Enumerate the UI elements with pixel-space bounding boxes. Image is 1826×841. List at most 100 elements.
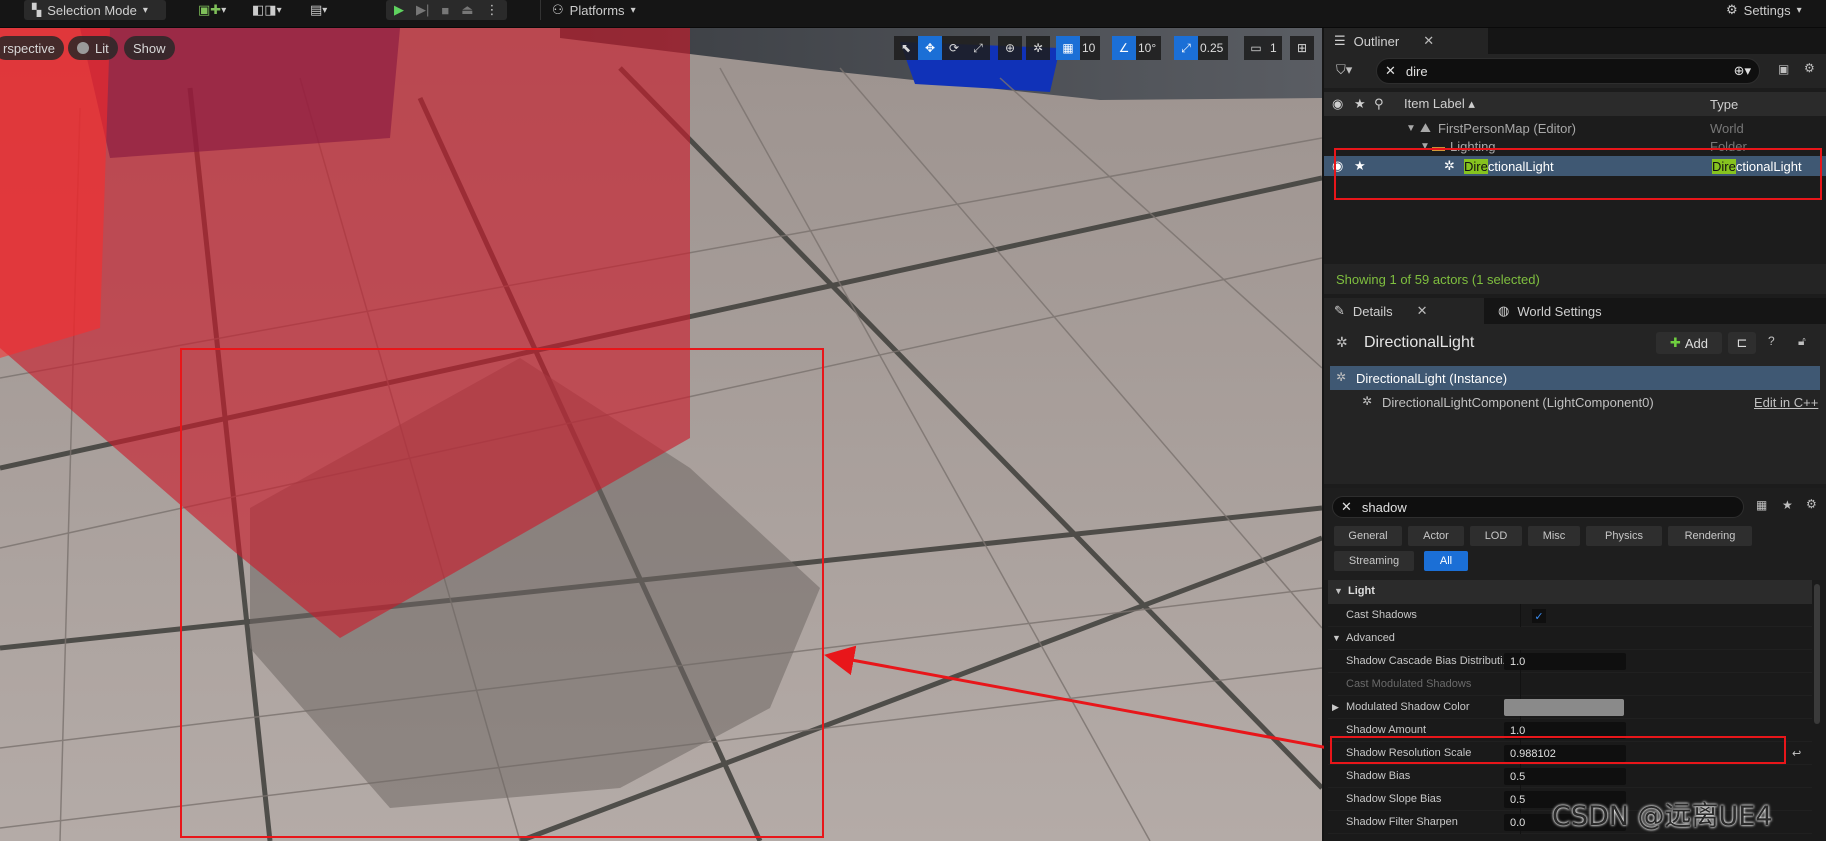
cinematics-button[interactable]: ▤ ▾ [310, 0, 327, 20]
scale-snap-control[interactable]: ⤢ 0.25 [1174, 36, 1229, 60]
cursor-icon: ▚ [32, 3, 42, 17]
stop-icon[interactable]: ■ [441, 3, 449, 18]
camera-speed-control[interactable]: ▭ 1 [1244, 36, 1282, 60]
toolbar-divider [540, 0, 541, 20]
angle-icon: ∠ [1112, 36, 1136, 60]
column-splitter[interactable] [1520, 604, 1521, 627]
viewport-layout-button[interactable]: ⊞ [1290, 36, 1314, 60]
new-folder-icon[interactable]: ▣ [1778, 62, 1789, 76]
close-icon[interactable]: ✕ [1417, 303, 1428, 319]
edit-in-cpp-link[interactable]: Edit in C++ [1754, 395, 1818, 410]
filter-all[interactable]: All [1424, 551, 1468, 571]
component-row[interactable]: ✲ DirectionalLightComponent (LightCompon… [1330, 390, 1820, 414]
outliner-toolbar: ⛉▾ ✕ dire ⊕▾ ▣ ⚙ [1324, 54, 1826, 88]
globe-icon: ◍ [1498, 303, 1510, 318]
tree-row-world[interactable]: ▼ ⛰ FirstPersonMap (Editor) World [1324, 118, 1826, 138]
platforms-dropdown[interactable]: ⚇ Platforms ▾ [552, 0, 636, 20]
add-filter-icon[interactable]: ⊕▾ [1734, 63, 1751, 79]
right-panel: ☰ Outliner ✕ ⛉▾ ✕ dire ⊕▾ ▣ ⚙ ◉ ★ ⚲ Item… [1324, 28, 1826, 841]
level-viewport[interactable]: rspective Lit Show ⬉ ✥ ⟳ ⤢ ⊕ ✲ ▦ 10 ∠ 10… [0, 28, 1322, 841]
blueprints-button[interactable]: ◧◨ ▾ [252, 0, 282, 20]
details-scrollbar[interactable] [1814, 584, 1820, 724]
expand-arrow-icon[interactable]: ▶ [1332, 702, 1339, 713]
lock-icon[interactable]: 🔓︎ [1798, 334, 1806, 349]
rotate-icon[interactable]: ⟳ [942, 36, 966, 60]
coordinate-space-button[interactable]: ⊕ [998, 36, 1022, 60]
rotation-snap-control[interactable]: ∠ 10° [1112, 36, 1162, 60]
filter-misc[interactable]: Misc [1528, 526, 1580, 546]
column-type[interactable]: Type [1710, 97, 1738, 112]
details-search-input[interactable]: ✕ shadow [1332, 496, 1744, 518]
table-view-icon[interactable]: ▦ [1756, 498, 1767, 512]
selection-mode-dropdown[interactable]: ▚ Selection Mode ▾ [24, 0, 166, 20]
outliner-tabbar: ☰ Outliner ✕ [1324, 28, 1826, 54]
filter-lod[interactable]: LOD [1470, 526, 1522, 546]
pin-column-icon[interactable]: ⚲ [1374, 96, 1384, 112]
grid-snap-control[interactable]: ▦ 10 [1056, 36, 1101, 60]
annotation-box-outliner [1334, 148, 1822, 200]
outliner-search-input[interactable]: ✕ dire ⊕▾ [1376, 58, 1760, 84]
column-splitter[interactable] [1520, 673, 1521, 696]
annotation-box-resolution-scale [1330, 736, 1786, 764]
filter-physics[interactable]: Physics [1586, 526, 1662, 546]
column-item-label[interactable]: Item Label ▴ [1404, 96, 1475, 112]
clear-search-icon[interactable]: ✕ [1385, 63, 1396, 79]
lit-dropdown[interactable]: Lit [68, 36, 118, 60]
filter-general[interactable]: General [1334, 526, 1402, 546]
tab-outliner[interactable]: ☰ Outliner ✕ [1324, 28, 1488, 54]
add-label: Add [1684, 335, 1709, 351]
gear-icon[interactable]: ⚙ [1804, 61, 1815, 75]
section-light-label: Light [1348, 585, 1375, 597]
prop-name: Cast Shadows [1346, 609, 1417, 621]
close-icon[interactable]: ✕ [1423, 33, 1434, 49]
filter-rendering[interactable]: Rendering [1668, 526, 1752, 546]
select-cursor-icon[interactable]: ⬉ [894, 36, 918, 60]
camera-speed-value: 1 [1268, 36, 1282, 60]
globe-icon: ⊕ [998, 36, 1022, 60]
outliner-column-header: ◉ ★ ⚲ Item Label ▴ Type [1324, 92, 1826, 116]
help-icon[interactable]: ? [1768, 334, 1775, 348]
cast-shadows-checkbox[interactable]: ✓ [1532, 609, 1546, 623]
world-icon: ⛰ [1420, 120, 1431, 135]
star-icon[interactable]: ★ [1782, 498, 1793, 512]
perspective-dropdown[interactable]: rspective [0, 36, 65, 60]
section-advanced[interactable]: ▼ Advanced [1328, 627, 1812, 650]
add-content-button[interactable]: ▣✚ ▾ [198, 0, 226, 20]
prop-name: Shadow Amount [1346, 724, 1427, 736]
sun-icon: ✲ [1362, 394, 1373, 408]
blueprint-button[interactable]: ⊏ [1728, 332, 1756, 354]
step-icon[interactable]: ▶| [416, 2, 429, 18]
prop-shadow-cascade-bias: Shadow Cascade Bias Distributi... 1.0 [1328, 650, 1812, 673]
favorite-column-icon[interactable]: ★ [1354, 96, 1366, 112]
actor-name[interactable]: DirectionalLight [1364, 334, 1474, 352]
tab-world-settings[interactable]: ◍ World Settings [1488, 298, 1648, 324]
filter-actor[interactable]: Actor [1408, 526, 1464, 546]
settings-dropdown[interactable]: ⚙ Settings ▾ [1726, 0, 1802, 20]
layout-grid-icon: ⊞ [1290, 36, 1314, 60]
plus-icon: ✚ [1669, 335, 1681, 350]
watermark-text: CSDN @远离UE4 [1552, 801, 1773, 832]
scale-icon[interactable]: ⤢ [966, 36, 990, 60]
reset-arrow-icon[interactable]: ↩ [1792, 747, 1801, 760]
more-options-icon[interactable]: ⋮ [486, 2, 499, 18]
add-component-button[interactable]: ✚ Add [1656, 332, 1722, 354]
eject-icon[interactable]: ⏏ [461, 2, 473, 18]
prop-value-input[interactable]: 0.5 [1504, 768, 1626, 785]
clear-search-icon[interactable]: ✕ [1341, 499, 1352, 515]
component-label: DirectionalLightComponent (LightComponen… [1382, 395, 1654, 410]
visibility-column-icon[interactable]: ◉ [1332, 96, 1343, 112]
play-icon[interactable]: ▶ [394, 2, 404, 18]
prop-value-input[interactable]: 1.0 [1504, 653, 1626, 670]
filter-icon[interactable]: ⛉▾ [1336, 62, 1352, 78]
prop-name: Shadow Cascade Bias Distributi... [1346, 655, 1512, 667]
component-instance-row[interactable]: ✲ DirectionalLight (Instance) [1330, 366, 1820, 390]
section-light[interactable]: ▼ Light [1328, 580, 1812, 604]
gear-icon[interactable]: ⚙ [1806, 497, 1817, 511]
color-swatch[interactable] [1504, 699, 1624, 716]
filter-streaming[interactable]: Streaming [1334, 551, 1414, 571]
collapse-arrow-icon: ▼ [1334, 586, 1343, 596]
surface-snapping-button[interactable]: ✲ [1026, 36, 1050, 60]
tab-details[interactable]: ✎ Details ✕ [1324, 298, 1484, 324]
show-dropdown[interactable]: Show [124, 36, 175, 60]
translate-icon[interactable]: ✥ [918, 36, 942, 60]
